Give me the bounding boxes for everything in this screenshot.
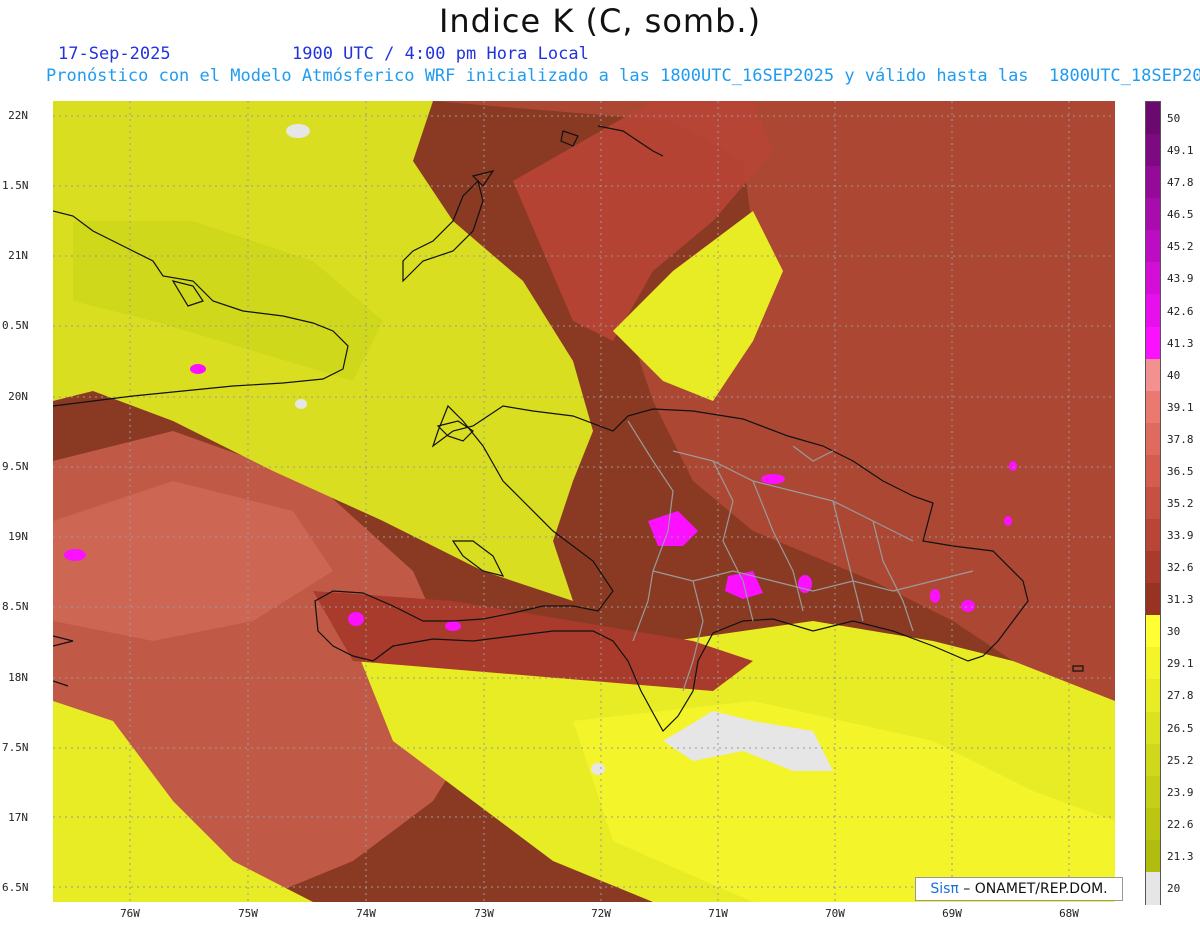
colorbar-swatch <box>1146 102 1160 135</box>
forecast-time: 1900 UTC / 4:00 pm Hora Local <box>292 44 589 64</box>
colorbar-swatch <box>1146 775 1160 809</box>
colorbar-swatch <box>1146 326 1160 360</box>
pi-logo-icon: π <box>950 881 959 897</box>
lat-label: 9.5N <box>2 460 29 473</box>
colorbar-label: 37.8 <box>1167 432 1194 446</box>
lon-label: 74W <box>356 907 376 920</box>
colorbar-swatch <box>1146 807 1160 841</box>
colorbar-swatch <box>1146 551 1160 585</box>
lon-label: 76W <box>120 907 140 920</box>
lon-label: 71W <box>708 907 728 920</box>
colorbar-label: 42.6 <box>1167 304 1194 318</box>
lat-label: 17N <box>8 811 28 824</box>
colorbar-label: 21.3 <box>1167 849 1194 863</box>
colorbar-swatch <box>1146 679 1160 713</box>
colorbar-swatch <box>1146 358 1160 392</box>
colorbar-swatch <box>1146 615 1160 649</box>
colorbar-label: 22.6 <box>1167 817 1194 831</box>
colorbar-label: 29.1 <box>1167 657 1194 671</box>
colorbar-label: 50 <box>1167 112 1181 126</box>
colorbar-label: 30 <box>1167 625 1181 639</box>
colorbar-swatch <box>1146 519 1160 553</box>
colorbar-label: 43.9 <box>1167 272 1194 286</box>
credit-box: Sisπ – ONAMET/REP.DOM. <box>915 877 1123 901</box>
colorbar-label: 36.5 <box>1167 464 1194 478</box>
colorbar-label: 31.3 <box>1167 593 1194 607</box>
lat-label: 1.5N <box>2 179 29 192</box>
lon-label: 68W <box>1059 907 1079 920</box>
lat-label: 0.5N <box>2 319 29 332</box>
colorbar-label: 20 <box>1167 881 1181 895</box>
colorbar-label: 35.2 <box>1167 497 1194 510</box>
lon-label: 72W <box>591 907 611 920</box>
map-panel <box>53 101 1115 902</box>
colorbar-label: 45.2 <box>1167 240 1194 254</box>
lat-label: 18N <box>8 671 28 684</box>
lat-label: 7.5N <box>2 741 29 754</box>
model-description: Pronóstico con el Modelo Atmósferico WRF… <box>46 66 1200 86</box>
colorbar-label: 27.8 <box>1167 689 1194 703</box>
colorbar-label: 26.5 <box>1167 721 1194 735</box>
colorbar-swatch <box>1146 262 1160 296</box>
lon-label: 75W <box>238 907 258 920</box>
colorbar-label: 40 <box>1167 368 1181 382</box>
colorbar-label: 46.5 <box>1167 208 1194 222</box>
colorbar-label: 41.3 <box>1167 336 1194 350</box>
colorbar-label: 23.9 <box>1167 785 1194 799</box>
k-index-field <box>53 101 1115 902</box>
colorbar-label: 47.8 <box>1167 176 1194 190</box>
colorbar-swatch <box>1146 743 1160 777</box>
colorbar-label: 33.9 <box>1167 529 1194 543</box>
colorbar-swatch <box>1146 294 1160 328</box>
colorbar-swatch <box>1146 454 1160 488</box>
colorbar-swatch <box>1146 134 1160 168</box>
lon-label: 73W <box>474 907 494 920</box>
colorbar-label: 25.2 <box>1167 753 1194 767</box>
colorbar-swatch <box>1146 583 1160 617</box>
lat-label: 20N <box>8 390 28 403</box>
lat-label: 22N <box>8 109 28 122</box>
colorbar-swatch <box>1146 647 1160 681</box>
lat-label: 19N <box>8 530 28 543</box>
chart-title: Indice K (C, somb.) <box>438 2 762 40</box>
lat-label: 21N <box>8 249 28 262</box>
colorbar-swatch <box>1146 871 1160 905</box>
lon-label: 70W <box>825 907 845 920</box>
lat-label: 8.5N <box>2 600 29 613</box>
colorbar-label: 49.1 <box>1167 144 1194 158</box>
credit-text: – ONAMET/REP.DOM. <box>958 881 1108 897</box>
colorbar-swatch <box>1146 839 1160 873</box>
colorbar-swatch <box>1146 166 1160 200</box>
colorbar <box>1145 101 1161 905</box>
lon-label: 69W <box>942 907 962 920</box>
colorbar-swatch <box>1146 711 1160 745</box>
lat-label: 6.5N <box>2 881 29 894</box>
colorbar-label: 39.1 <box>1167 400 1194 414</box>
colorbar-swatch <box>1146 422 1160 456</box>
colorbar-swatch <box>1146 198 1160 232</box>
colorbar-swatch <box>1146 486 1160 520</box>
credit-brand: Sis <box>930 881 951 897</box>
colorbar-label: 32.6 <box>1167 561 1194 575</box>
forecast-date: 17-Sep-2025 <box>58 44 171 64</box>
colorbar-swatch <box>1146 390 1160 424</box>
colorbar-swatch <box>1146 230 1160 264</box>
